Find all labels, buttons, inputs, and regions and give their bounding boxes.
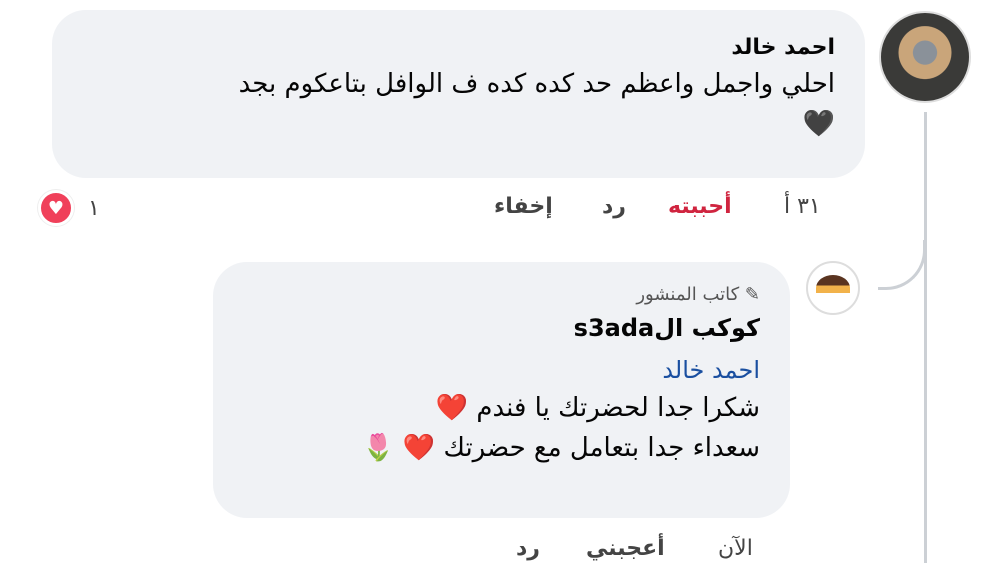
thread-line [924,112,927,563]
mention-link[interactable]: احمد خالد [243,352,760,388]
author-badge: ✎ كاتب المنشور [636,284,760,305]
black-heart-emoji: 🖤 [802,109,835,139]
like-button[interactable]: أعجبني [586,536,665,561]
page-avatar[interactable] [806,261,860,315]
reply-time[interactable]: الآن [718,536,753,561]
reply-reply-button[interactable]: رد [516,536,540,561]
reply-line-1: شكرا جدا لحضرتك يا فندم ❤️ [435,393,760,423]
comment-author[interactable]: احمد خالد [82,32,835,64]
reply-author[interactable]: كوكب الs3ada [243,312,760,344]
reply-bubble: ✎ كاتب المنشور كوكب الs3ada احمد خالد شك… [213,262,790,518]
love-button[interactable]: أحببته [668,194,732,219]
love-reaction-icon: ♥ [38,190,74,226]
reaction-summary[interactable]: ♥ ١ [38,190,100,226]
comment-bubble: احمد خالد احلي واجمل واعظم حد كده كده ف … [52,10,865,178]
page-logo-icon [816,275,850,301]
pencil-icon: ✎ [739,284,760,305]
thread-branch [878,240,926,290]
reply-line-2: سعداء جدا بتعامل مع حضرتك ❤️ 🌷 [362,433,760,463]
comment-text: احلي واجمل واعظم حد كده كده ف الوافل بتا… [238,69,835,99]
comment-time[interactable]: ٣١ أ [784,194,821,219]
reaction-count: ١ [88,195,100,221]
commenter-avatar[interactable] [879,11,971,103]
reply-button[interactable]: رد [602,194,626,219]
hide-button[interactable]: إخفاء [494,194,553,219]
